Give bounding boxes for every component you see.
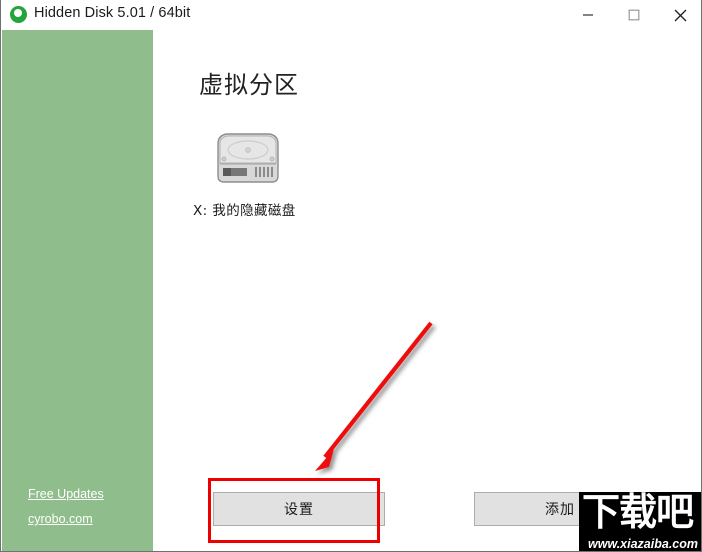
title-bar: Hidden Disk 5.01 / 64bit (1, 0, 701, 30)
hard-disk-icon (211, 130, 285, 188)
watermark: 下载吧 www.xiazaiba.com (579, 492, 701, 551)
page-title: 虚拟分区 (199, 71, 299, 99)
sidebar: Free Updates cyrobo.com (2, 30, 153, 551)
maximize-icon (628, 9, 640, 21)
close-icon (674, 9, 686, 21)
sidebar-links: Free Updates cyrobo.com (28, 487, 148, 526)
minimize-icon (583, 14, 593, 16)
watermark-logo-text: 下载吧 (582, 492, 694, 534)
close-button[interactable] (657, 0, 701, 30)
app-logo-icon (10, 6, 27, 23)
application-window: Hidden Disk 5.01 / 64bit Free Updates cy… (0, 0, 702, 552)
callout-arrow (309, 321, 433, 478)
watermark-url: www.xiazaiba.com (588, 537, 698, 551)
minimize-button[interactable] (565, 0, 611, 30)
maximize-button[interactable] (611, 0, 657, 30)
virtual-disk-item[interactable]: X: 我的隐藏磁盘 (193, 130, 333, 219)
free-updates-link[interactable]: Free Updates (28, 487, 148, 501)
disk-label: X: 我的隐藏磁盘 (193, 203, 296, 219)
cyrobo-link[interactable]: cyrobo.com (28, 512, 148, 526)
main-content-pane: 虚拟分区 X: 我的隐藏磁盘 设置 添加 (153, 30, 700, 550)
window-title: Hidden Disk 5.01 / 64bit (34, 5, 191, 21)
settings-button[interactable]: 设置 (213, 492, 385, 526)
